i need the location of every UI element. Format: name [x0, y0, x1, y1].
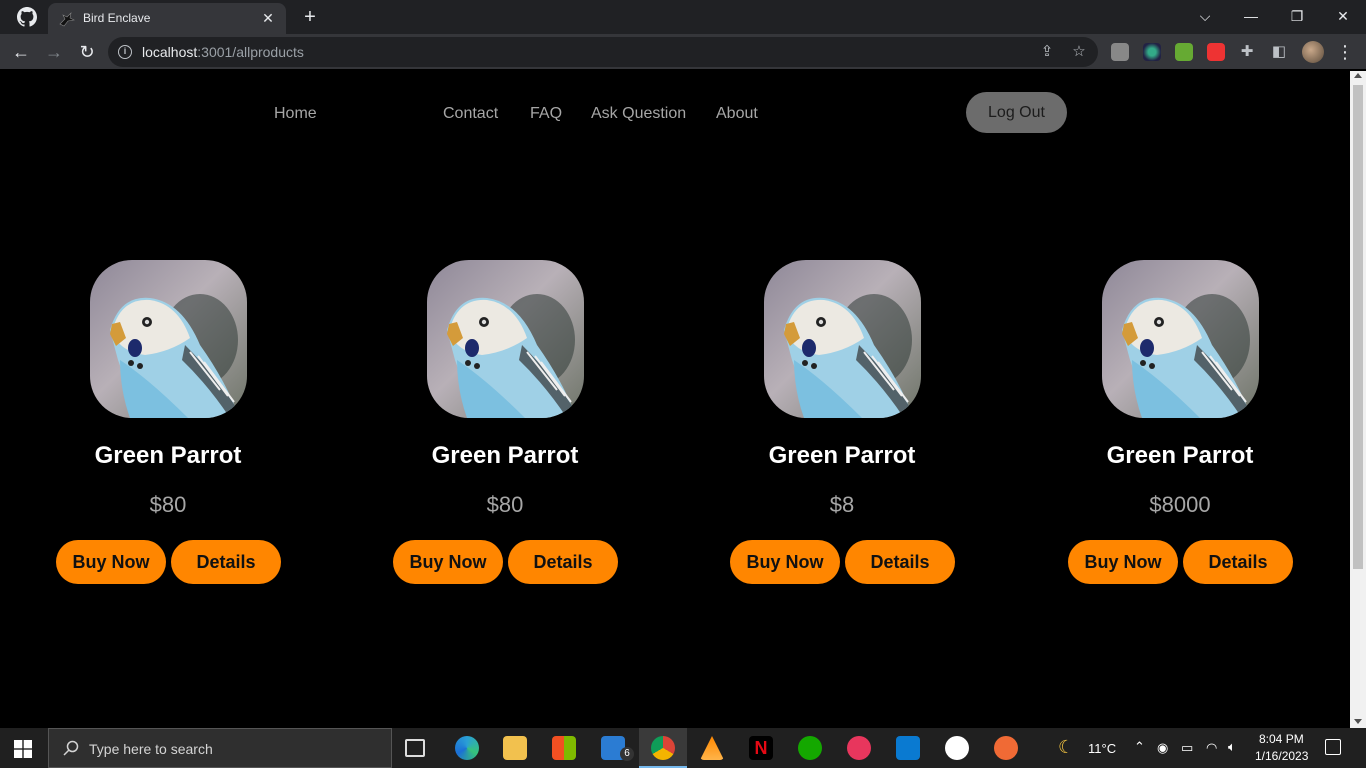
nav-link-about[interactable]: About — [716, 105, 758, 123]
nav-link-contact[interactable]: Contact — [443, 105, 498, 123]
vscode-icon[interactable] — [896, 736, 920, 760]
windows-taskbar: Type here to search 6 N ☾ 11°C ⌃ ◉ ▭ ◠ 🔈… — [0, 728, 1366, 768]
postman-icon[interactable] — [994, 736, 1018, 760]
taskbar-search-box[interactable]: Type here to search — [48, 728, 392, 768]
search-icon — [63, 740, 79, 756]
buy-now-button[interactable]: Buy Now — [730, 540, 840, 584]
globe-extension-icon[interactable] — [1143, 43, 1161, 61]
netflix-icon[interactable]: N — [749, 736, 773, 760]
product-price: $80 — [486, 492, 524, 517]
chrome-menu-icon[interactable]: ⋮ — [1336, 40, 1354, 64]
parrot-image — [90, 260, 247, 418]
share-icon[interactable]: ⇪ — [1038, 43, 1056, 61]
browser-tab-bar: Bird Enclave ✕ + ⌵ — ❐ ✕ — [0, 0, 1366, 34]
details-button[interactable]: Details — [508, 540, 618, 584]
page-scrollbar[interactable] — [1350, 71, 1366, 728]
file-explorer-icon[interactable] — [503, 736, 527, 760]
skype-extension-icon[interactable] — [1111, 43, 1129, 61]
scroll-up-arrow-icon[interactable] — [1354, 73, 1362, 78]
buy-now-button[interactable]: Buy Now — [393, 540, 503, 584]
details-button[interactable]: Details — [845, 540, 955, 584]
browser-toolbar: ← → ↻ i localhost:3001/allproducts ⇪ ☆ ✚… — [0, 34, 1366, 70]
tab-title: Bird Enclave — [83, 11, 151, 25]
minimize-icon[interactable]: — — [1236, 4, 1266, 28]
side-panel-icon[interactable]: ◧ — [1270, 43, 1288, 61]
chrome-icon[interactable] — [651, 736, 675, 760]
nav-link-ask-question[interactable]: Ask Question — [591, 105, 686, 123]
restore-icon[interactable]: ❐ — [1282, 4, 1312, 28]
tray-chevron-up-icon[interactable]: ⌃ — [1134, 739, 1145, 755]
volume-icon[interactable]: 🔈︎ — [1228, 739, 1236, 755]
product-card: Green Parrot $80 Buy Now Details — [48, 260, 288, 590]
cart-extension-icon[interactable] — [1175, 43, 1193, 61]
close-window-icon[interactable]: ✕ — [1328, 4, 1358, 28]
product-price: $8 — [829, 492, 855, 517]
bird-favicon-icon — [59, 12, 75, 27]
details-button[interactable]: Details — [1183, 540, 1293, 584]
notifications-icon[interactable] — [1325, 739, 1341, 755]
red-extension-icon[interactable] — [1207, 43, 1225, 61]
buy-now-button[interactable]: Buy Now — [56, 540, 166, 584]
url-text[interactable]: localhost:3001/allproducts — [142, 44, 304, 60]
parrot-image — [764, 260, 921, 418]
site-info-icon[interactable]: i — [118, 45, 132, 59]
product-price: $80 — [149, 492, 187, 517]
new-tab-icon[interactable]: + — [298, 5, 322, 29]
nav-link-home[interactable]: Home — [274, 105, 317, 123]
active-tab[interactable]: Bird Enclave ✕ — [48, 3, 286, 34]
weather-temperature[interactable]: 11°C — [1088, 741, 1116, 756]
page-content: Home Contact FAQ Ask Question About Log … — [0, 71, 1350, 728]
battery-icon[interactable]: ▭ — [1181, 740, 1193, 756]
search-placeholder: Type here to search — [89, 741, 213, 757]
vlc-icon[interactable] — [700, 736, 724, 760]
product-name: Green Parrot — [1106, 442, 1254, 469]
scroll-thumb[interactable] — [1353, 85, 1363, 569]
buy-now-button[interactable]: Buy Now — [1068, 540, 1178, 584]
product-price: $8000 — [1149, 492, 1211, 517]
upwork-icon[interactable] — [798, 736, 822, 760]
github-icon[interactable] — [17, 7, 37, 27]
weather-moon-icon[interactable]: ☾ — [1058, 737, 1074, 758]
task-view-icon[interactable] — [405, 739, 425, 757]
profile-avatar[interactable] — [1302, 41, 1324, 63]
media-player-icon[interactable] — [847, 736, 871, 760]
product-card: Green Parrot $80 Buy Now Details — [385, 260, 625, 590]
product-name: Green Parrot — [768, 442, 916, 469]
product-name: Green Parrot — [94, 442, 242, 469]
tab-search-chevron-icon[interactable]: ⌵ — [1190, 4, 1220, 28]
tray-record-icon[interactable]: ◉ — [1157, 740, 1168, 756]
forward-arrow-icon[interactable]: → — [41, 39, 67, 65]
clock-time[interactable]: 8:04 PM — [1259, 732, 1304, 746]
parrot-image — [1102, 260, 1259, 418]
clock-date[interactable]: 1/16/2023 — [1255, 749, 1308, 763]
back-arrow-icon[interactable]: ← — [8, 39, 34, 65]
scroll-down-arrow-icon[interactable] — [1354, 719, 1362, 724]
wifi-icon[interactable]: ◠ — [1206, 740, 1217, 756]
mail-badge: 6 — [620, 747, 634, 761]
nav-link-faq[interactable]: FAQ — [530, 105, 562, 123]
address-bar[interactable]: i localhost:3001/allproducts ⇪ ☆ — [108, 37, 1098, 67]
logout-button[interactable]: Log Out — [966, 92, 1067, 133]
extensions-puzzle-icon[interactable]: ✚ — [1238, 43, 1256, 61]
product-card: Green Parrot $8 Buy Now Details — [722, 260, 962, 590]
product-name: Green Parrot — [431, 442, 579, 469]
product-card: Green Parrot $8000 Buy Now Details — [1060, 260, 1300, 590]
microsoft-store-icon[interactable] — [552, 736, 576, 760]
bookmark-star-icon[interactable]: ☆ — [1070, 43, 1088, 61]
tab-close-icon[interactable]: ✕ — [258, 8, 278, 28]
reload-icon[interactable]: ↻ — [74, 39, 100, 65]
parrot-image — [427, 260, 584, 418]
edge-browser-icon[interactable] — [455, 736, 479, 760]
windows-start-icon[interactable] — [14, 740, 32, 758]
details-button[interactable]: Details — [171, 540, 281, 584]
mongodb-compass-icon[interactable] — [945, 736, 969, 760]
